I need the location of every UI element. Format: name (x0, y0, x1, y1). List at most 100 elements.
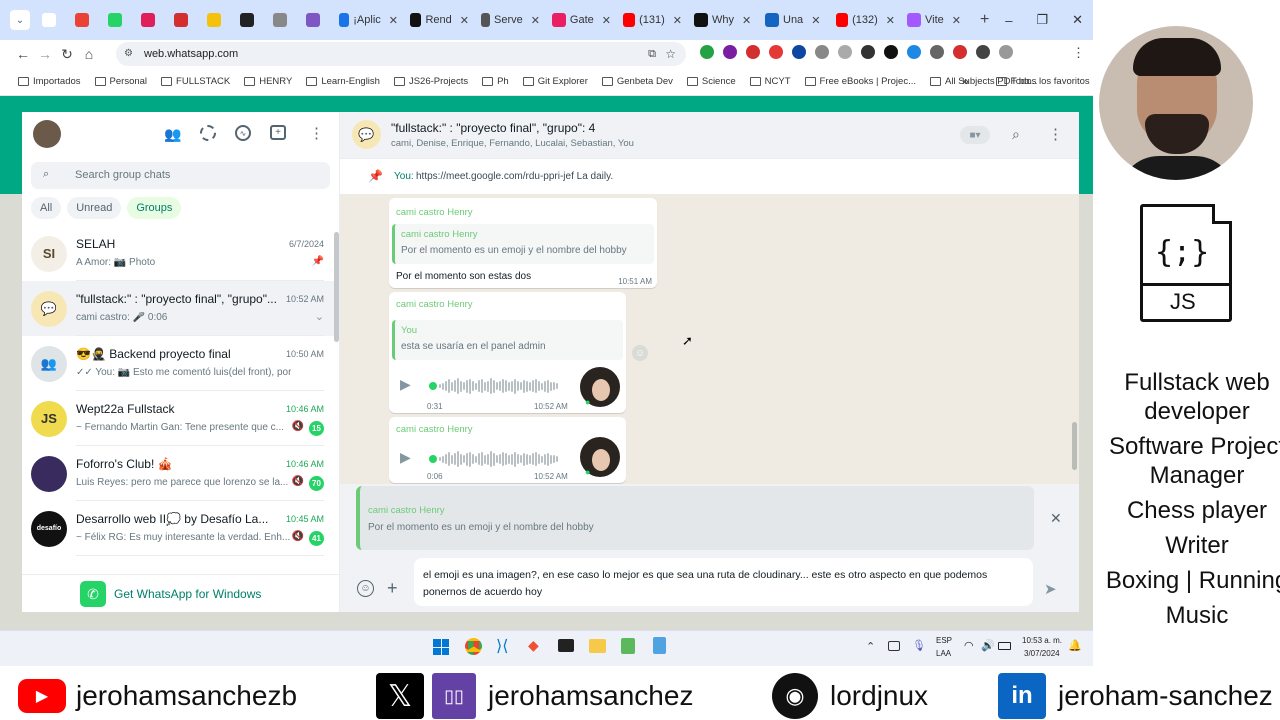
close-tab-icon[interactable]: ✕ (811, 14, 820, 27)
browser-tab[interactable]: Why ✕ (688, 0, 759, 40)
close-tab-icon[interactable]: ✕ (531, 14, 540, 27)
battery-icon[interactable] (998, 642, 1011, 650)
browser-tab[interactable] (102, 0, 135, 40)
message-bubble[interactable]: cami castro Henry cami castro Henry Por … (389, 198, 657, 288)
tray-app-icon[interactable] (888, 641, 900, 651)
close-tab-icon[interactable]: ✕ (602, 14, 611, 27)
waveform[interactable] (439, 450, 558, 468)
chevron-down-icon[interactable]: ⌄ (315, 310, 324, 323)
browser-tab[interactable]: (132) ✕ (830, 0, 901, 40)
bookmark-item[interactable]: FULLSTACK (161, 76, 230, 87)
git-icon[interactable]: ◆ (528, 637, 539, 654)
reload-icon[interactable]: ↻ (56, 46, 78, 63)
bookmark-item[interactable]: HENRY (244, 76, 292, 87)
close-tab-icon[interactable]: ✕ (389, 14, 398, 27)
filter-all[interactable]: All (31, 197, 62, 219)
wifi-icon[interactable]: ◠ (964, 639, 974, 652)
extension-icon[interactable] (884, 45, 898, 59)
get-app-banner[interactable]: ✆ Get WhatsApp for Windows (22, 574, 340, 612)
voice-message-bubble[interactable]: cami castro Henry ▶ 0:06 10:52 AM ● (389, 417, 626, 483)
browser-tab[interactable] (234, 0, 267, 40)
start-icon[interactable] (433, 639, 449, 655)
video-call-icon[interactable]: ■▾ (960, 126, 990, 144)
extension-icon[interactable] (769, 45, 783, 59)
restore-icon[interactable]: ❐ (1036, 12, 1048, 28)
browser-tab[interactable]: Gate ✕ (546, 0, 617, 40)
tab-search-icon[interactable]: ⌄ (10, 10, 30, 30)
bookmark-item[interactable]: Git Explorer (522, 76, 588, 87)
bookmark-item[interactable]: Learn-English (306, 76, 380, 87)
close-tab-icon[interactable]: ✕ (460, 14, 469, 27)
new-chat-icon[interactable]: + (270, 125, 286, 140)
close-tab-icon[interactable]: ✕ (952, 14, 961, 27)
notification-bell-icon[interactable]: 🔔 (1068, 639, 1082, 652)
terminal-icon[interactable] (558, 639, 574, 652)
file-explorer-icon[interactable] (589, 639, 606, 653)
extension-icon[interactable] (815, 45, 829, 59)
communities-icon[interactable]: 👥 (164, 126, 181, 143)
bookmark-item[interactable]: Genbeta Dev (601, 76, 673, 87)
extension-icon[interactable] (700, 45, 714, 59)
chat-list-item[interactable]: 👥 😎🥷 Backend proyecto final 10:50 AM ✓✓ You… (22, 336, 334, 391)
back-icon[interactable]: ← (12, 46, 34, 62)
bookmark-item[interactable]: JS26-Projects (393, 76, 468, 87)
filter-unread[interactable]: Unread (67, 197, 122, 219)
chat-list-item[interactable]: Foforro's Club! 🎪 10:46 AM Luis Reyes: per… (22, 446, 334, 501)
scrollbar[interactable] (334, 232, 339, 342)
extension-icon[interactable] (861, 45, 875, 59)
close-tab-icon[interactable]: ✕ (886, 14, 895, 27)
url-field[interactable]: ⚙ web.whatsapp.com ⧉ ☆ (116, 42, 686, 66)
chat-menu-icon[interactable]: ⋮ (1048, 125, 1063, 143)
message-input[interactable]: el emoji es una imagen?, en ese caso lo … (414, 558, 1033, 606)
extension-icon[interactable] (907, 45, 921, 59)
filter-groups[interactable]: Groups (127, 197, 182, 219)
bookmark-item[interactable]: Free eBooks | Projec... (804, 76, 916, 87)
browser-tab[interactable]: Una ✕ (759, 0, 830, 40)
conversation-header[interactable]: 💬 "fullstack:" : "proyecto final", "grup… (340, 112, 1079, 158)
chat-list-item[interactable]: JS Wept22a Fullstack 10:46 AM ~ Fernando Ma… (22, 391, 334, 446)
group-avatar[interactable]: 💬 (352, 120, 381, 149)
extension-icon[interactable] (723, 45, 737, 59)
browser-tab[interactable]: (131) ✕ (617, 0, 688, 40)
browser-menu-icon[interactable]: ⋮ (1072, 45, 1085, 61)
language-indicator[interactable]: ESP (936, 636, 952, 645)
bookmark-item[interactable]: Personal (94, 76, 147, 87)
playback-dot[interactable] (429, 455, 437, 463)
close-tab-icon[interactable]: ✕ (742, 14, 751, 27)
mic-tray-icon[interactable]: 🎙 (912, 639, 926, 652)
browser-tab[interactable] (69, 0, 102, 40)
app-icon[interactable] (621, 638, 635, 654)
play-icon[interactable]: ▶ (400, 376, 411, 393)
volume-icon[interactable]: 🔊 (981, 639, 995, 652)
browser-tab[interactable] (36, 0, 69, 40)
new-tab-button[interactable]: + (980, 11, 989, 29)
all-bookmarks-button[interactable]: Todos los favoritos (996, 76, 1090, 87)
emoji-reaction-icon[interactable]: ☺ (632, 345, 648, 361)
clock[interactable]: 10:53 a. m. (1022, 636, 1062, 645)
quoted-message[interactable]: cami castro Henry Por el momento es un e… (392, 224, 654, 264)
search-box[interactable]: ⌕ Search group chats (31, 162, 330, 189)
chrome-icon[interactable] (465, 638, 482, 655)
chat-list-item[interactable]: desafío Desarrollo web II💭 by Desafío La.… (22, 501, 334, 556)
browser-tab[interactable]: Serve ✕ (475, 0, 546, 40)
emoji-icon[interactable]: ☺ (357, 580, 374, 597)
bookmark-star-icon[interactable]: ☆ (665, 42, 676, 66)
browser-tab[interactable] (135, 0, 168, 40)
bookmark-item[interactable]: Importados (18, 76, 81, 87)
search-messages-icon[interactable]: ⌕ (1012, 126, 1020, 143)
extension-icon[interactable] (953, 45, 967, 59)
messages-scrollbar[interactable] (1072, 422, 1077, 470)
status-icon[interactable] (200, 125, 216, 141)
playback-dot[interactable] (429, 382, 437, 390)
bookmark-item[interactable]: NCYT (749, 76, 791, 87)
more-bookmarks-button[interactable]: » (962, 74, 969, 88)
reply-preview[interactable]: cami castro Henry Por el momento es un e… (356, 486, 1034, 550)
browser-tab[interactable]: ¡Aplic ✕ (333, 0, 404, 40)
browser-tab[interactable] (168, 0, 201, 40)
channels-icon[interactable]: ∿ (235, 125, 251, 141)
browser-tab[interactable] (300, 0, 333, 40)
site-info-icon[interactable]: ⚙ (124, 42, 133, 66)
menu-icon[interactable]: ⋮ (309, 124, 324, 142)
tray-chevron-icon[interactable]: ⌃ (866, 640, 875, 653)
browser-tab[interactable]: Rend ✕ (404, 0, 475, 40)
